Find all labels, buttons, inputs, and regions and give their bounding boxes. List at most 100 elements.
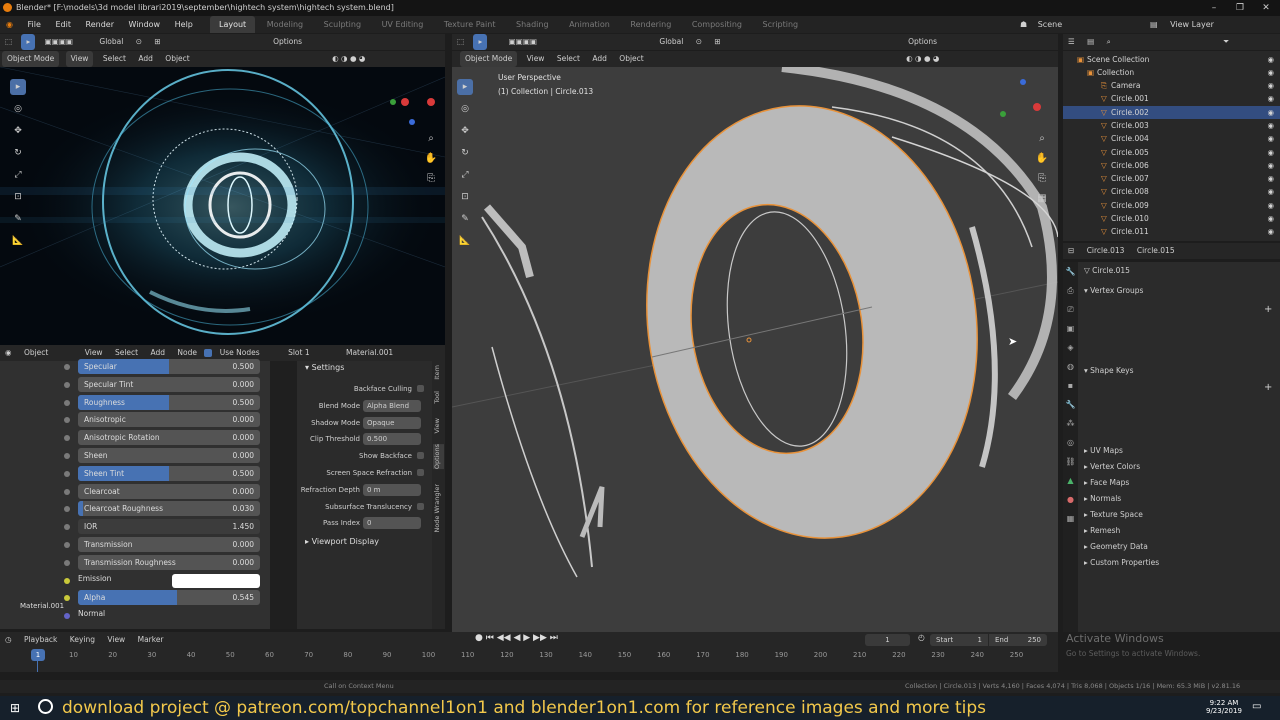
slot-selector[interactable]: Slot 1 bbox=[283, 345, 315, 361]
outliner-collection[interactable]: ▣ Collection ◉ bbox=[1063, 66, 1280, 79]
outliner-item[interactable]: ▽ Circle.003 ◉ bbox=[1063, 119, 1280, 132]
visibility-eye-icon[interactable]: ◉ bbox=[1267, 119, 1274, 132]
sidebar-tab[interactable]: Tool bbox=[433, 391, 444, 404]
socket-dot-icon[interactable] bbox=[64, 435, 70, 442]
socket-dot-icon[interactable] bbox=[64, 595, 70, 602]
settings-field[interactable]: Opaque bbox=[363, 416, 421, 429]
outliner-item[interactable]: ⎘ Camera ◉ bbox=[1063, 79, 1280, 92]
select-tool-icon[interactable]: ▸ bbox=[473, 34, 488, 50]
value-slider[interactable]: Roughness 0.500 bbox=[78, 394, 260, 410]
particles-icon[interactable]: ⁂ bbox=[1063, 414, 1078, 433]
pivot-icon[interactable]: ⊙ bbox=[131, 34, 147, 50]
outliner-item[interactable]: ▽ Circle.001 ◉ bbox=[1063, 92, 1280, 105]
display-mode-icon[interactable]: ▤ bbox=[1082, 34, 1099, 50]
measure-icon[interactable]: 📐 bbox=[10, 233, 26, 249]
menu-edit[interactable]: Edit bbox=[49, 16, 77, 33]
menu-select[interactable]: Select bbox=[98, 51, 131, 67]
socket-dot-icon[interactable] bbox=[64, 470, 70, 477]
snap-icon[interactable]: ⊞ bbox=[709, 34, 725, 50]
zoom-icon[interactable]: ⌕ bbox=[1034, 129, 1050, 149]
menu-view[interactable]: View bbox=[522, 51, 550, 67]
material-selector[interactable]: Material.001 bbox=[341, 345, 398, 361]
minimize-icon[interactable]: – bbox=[1202, 0, 1226, 16]
tool-icon[interactable]: 🔧 bbox=[1063, 262, 1078, 281]
visibility-eye-icon[interactable]: ◉ bbox=[1267, 66, 1274, 79]
menu-select[interactable]: Select bbox=[552, 51, 585, 67]
zoom-icon[interactable]: ⌕ bbox=[423, 129, 439, 149]
snap-icon[interactable]: ⊞ bbox=[149, 34, 165, 50]
viewport-options[interactable]: Options bbox=[903, 34, 942, 50]
socket-dot-icon[interactable] bbox=[64, 417, 70, 424]
select-mode-icons[interactable]: ▣▣▣▣ bbox=[504, 34, 542, 50]
material-icon[interactable]: ● bbox=[1063, 490, 1078, 509]
tab-rendering[interactable]: Rendering bbox=[621, 16, 680, 33]
menu-window[interactable]: Window bbox=[123, 16, 167, 33]
sidebar-tab[interactable]: Item bbox=[433, 365, 444, 380]
value-slider[interactable]: Sheen Tint 0.500 bbox=[78, 465, 260, 481]
prev-key-icon[interactable]: ◀◀ bbox=[497, 633, 511, 643]
settings-field[interactable]: 0.500 bbox=[363, 433, 421, 446]
outliner-item[interactable]: ▽ Circle.007 ◉ bbox=[1063, 172, 1280, 185]
sidebar-tab[interactable]: Node Wrangler bbox=[433, 484, 444, 533]
settings-header[interactable]: ▾ Settings bbox=[305, 363, 344, 372]
value-slider[interactable]: Sheen 0.000 bbox=[78, 448, 260, 463]
value-slider[interactable]: Clearcoat 0.000 bbox=[78, 483, 260, 499]
value-slider[interactable]: Clearcoat Roughness 0.030 bbox=[78, 501, 260, 517]
end-frame-field[interactable]: End 250 bbox=[989, 634, 1047, 646]
view-layer-selector[interactable]: View Layer bbox=[1170, 20, 1214, 29]
use-nodes-checkbox[interactable] bbox=[204, 349, 213, 357]
outliner-item[interactable]: ▽ Circle.010 ◉ bbox=[1063, 212, 1280, 225]
properties-panel-header[interactable]: ▸ Geometry Data bbox=[1084, 539, 1148, 555]
scene-selector[interactable]: Scene bbox=[1038, 20, 1062, 29]
tab-compositing[interactable]: Compositing bbox=[683, 16, 751, 33]
visibility-eye-icon[interactable]: ◉ bbox=[1267, 225, 1274, 238]
outliner-item[interactable]: ▽ Circle.002 ◉ bbox=[1063, 105, 1280, 119]
properties-panel-header[interactable]: ▸ UV Maps bbox=[1084, 443, 1123, 459]
settings-checkbox[interactable] bbox=[417, 385, 424, 392]
annotate-icon[interactable]: ✎ bbox=[10, 211, 26, 227]
visibility-eye-icon[interactable]: ◉ bbox=[1267, 172, 1274, 185]
emission-color-swatch[interactable] bbox=[172, 573, 260, 588]
editor-type-icon[interactable]: ◷ bbox=[0, 632, 17, 648]
start-frame-field[interactable]: Start 1 bbox=[930, 634, 988, 646]
tab-shading[interactable]: Shading bbox=[507, 16, 558, 33]
editor-type-icon[interactable]: ⬚ bbox=[0, 34, 17, 50]
visibility-eye-icon[interactable]: ◉ bbox=[1267, 79, 1274, 92]
visibility-eye-icon[interactable]: ◉ bbox=[1267, 212, 1274, 225]
menu-keying[interactable]: Keying bbox=[65, 632, 100, 648]
shading-mode-icons[interactable]: ◐ ◑ ● ◕ bbox=[901, 51, 944, 67]
sidebar-tab[interactable]: View bbox=[433, 418, 444, 433]
outliner-item[interactable]: ▽ Circle.008 ◉ bbox=[1063, 185, 1280, 198]
mode-selector[interactable]: Object Mode bbox=[460, 51, 518, 67]
menu-view[interactable]: View bbox=[102, 632, 130, 648]
playhead[interactable]: 1 bbox=[31, 649, 45, 661]
visibility-eye-icon[interactable]: ◉ bbox=[1267, 199, 1274, 212]
editor-type-icon[interactable]: ☰ bbox=[1063, 34, 1080, 50]
value-slider[interactable]: Specular Tint 0.000 bbox=[78, 376, 260, 392]
properties-panel-header[interactable]: ▸ Face Maps bbox=[1084, 475, 1129, 491]
socket-dot-icon[interactable] bbox=[64, 381, 70, 388]
value-slider[interactable]: IOR 1.450 bbox=[78, 519, 260, 535]
filter-icon[interactable]: ⏷ bbox=[1218, 34, 1234, 50]
socket-dot-icon[interactable] bbox=[64, 524, 70, 531]
menu-render[interactable]: Render bbox=[80, 16, 120, 33]
tab-layout[interactable]: Layout bbox=[209, 16, 256, 33]
socket-dot-icon[interactable] bbox=[64, 559, 70, 566]
socket-dot-icon[interactable] bbox=[64, 577, 70, 584]
menu-add[interactable]: Add bbox=[587, 51, 612, 67]
tab-scripting[interactable]: Scripting bbox=[754, 16, 808, 33]
select-box-icon[interactable]: ▸ bbox=[457, 79, 473, 95]
close-icon[interactable]: ✕ bbox=[1254, 0, 1278, 16]
scene-icon[interactable]: ◈ bbox=[1063, 338, 1078, 357]
play-icon[interactable]: ▶ bbox=[523, 633, 530, 643]
scene-icon[interactable]: ☗ bbox=[1020, 20, 1027, 29]
editor-type-icon[interactable]: ⬚ bbox=[452, 34, 469, 50]
move-icon[interactable]: ✥ bbox=[10, 123, 26, 139]
outliner-item[interactable]: ▽ Circle.009 ◉ bbox=[1063, 199, 1280, 212]
menu-playback[interactable]: Playback bbox=[19, 632, 62, 648]
settings-checkbox[interactable] bbox=[417, 452, 424, 460]
transform-orientation[interactable]: Global bbox=[94, 34, 128, 50]
record-icon[interactable]: ● bbox=[475, 633, 483, 643]
sidebar-tab[interactable]: Options bbox=[433, 444, 444, 470]
scale-icon[interactable]: ⤢ bbox=[10, 167, 26, 183]
